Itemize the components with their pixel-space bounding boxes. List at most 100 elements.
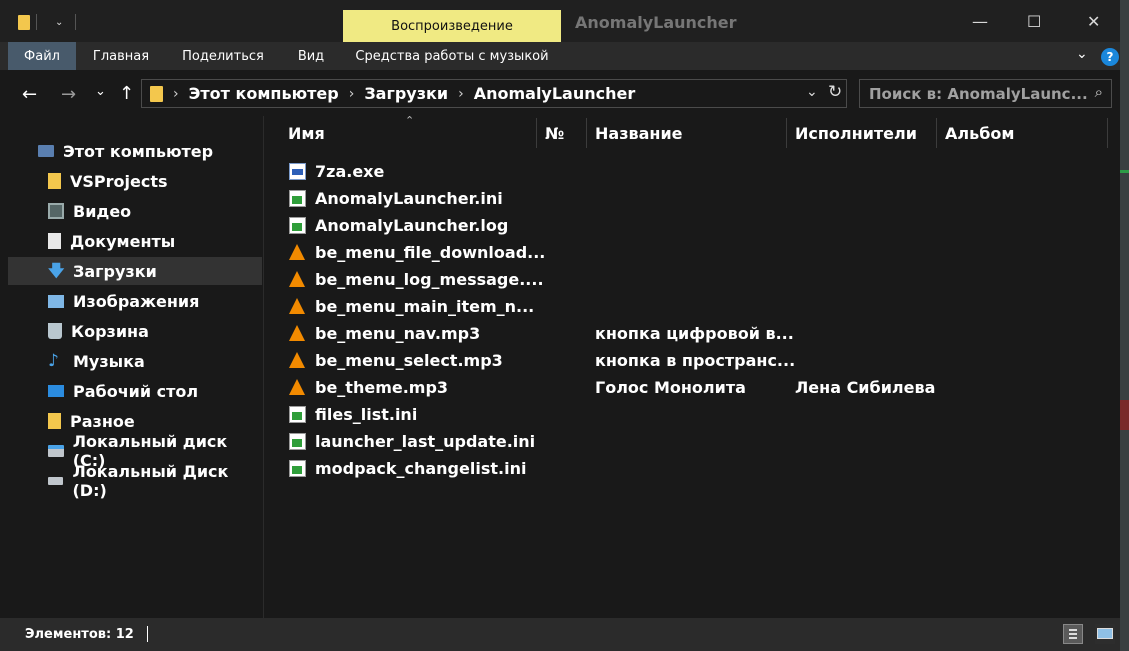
sidebar-item-pictures[interactable]: Изображения	[8, 287, 262, 315]
minimize-button[interactable]: —	[972, 12, 988, 31]
file-row[interactable]: AnomalyLauncher.ini	[264, 185, 1120, 212]
sidebar-item-drive-c[interactable]: Локальный диск (C:)	[8, 432, 262, 470]
explorer-window: ⌄ Воспроизведение AnomalyLauncher — ☐ ✕ …	[0, 0, 1120, 651]
context-tab-playback[interactable]: Воспроизведение	[343, 10, 561, 42]
file-name: AnomalyLauncher.ini	[315, 189, 503, 208]
details-view-button[interactable]	[1063, 624, 1083, 644]
ini-file-icon	[289, 460, 306, 477]
large-icons-view-button[interactable]	[1095, 624, 1115, 644]
vlc-media-icon	[289, 379, 305, 395]
column-header-artists[interactable]: Исполнители	[795, 116, 935, 150]
sidebar-item-documents[interactable]: Документы	[8, 227, 262, 255]
file-row[interactable]: launcher_last_update.ini	[264, 428, 1120, 455]
column-divider[interactable]	[536, 118, 537, 148]
computer-icon	[38, 145, 54, 157]
column-header-number[interactable]: №	[545, 116, 587, 150]
forward-button[interactable]: →	[61, 84, 76, 105]
file-artist: Лена Сибилева	[795, 378, 936, 397]
file-row[interactable]: be_menu_file_download...	[264, 239, 1120, 266]
folder-icon	[150, 85, 163, 102]
recycle-bin-icon	[48, 323, 62, 339]
back-button[interactable]: ←	[22, 84, 37, 105]
file-row[interactable]: AnomalyLauncher.log	[264, 212, 1120, 239]
ini-file-icon	[289, 406, 306, 423]
file-row[interactable]: be_menu_nav.mp3 кнопка цифровой в...	[264, 320, 1120, 347]
file-row[interactable]: modpack_changelist.ini	[264, 455, 1120, 482]
column-divider[interactable]	[1107, 118, 1108, 148]
file-list: ⌃ Имя № Название Исполнители Альбом 7za.…	[264, 114, 1120, 618]
file-row[interactable]: be_menu_select.mp3 кнопка в пространс...	[264, 347, 1120, 374]
file-row[interactable]: be_menu_main_item_n...	[264, 293, 1120, 320]
sidebar-item-video[interactable]: Видео	[8, 197, 262, 225]
exe-file-icon	[289, 163, 306, 180]
sidebar-item-label: Корзина	[71, 321, 149, 341]
sidebar-item-label: Разное	[70, 411, 135, 431]
file-row[interactable]: be_theme.mp3 Голос Монолита Лена Сибилев…	[264, 374, 1120, 401]
file-row[interactable]: be_menu_log_message....	[264, 266, 1120, 293]
tab-home[interactable]: Главная	[84, 42, 158, 70]
file-title: кнопка в пространс...	[595, 351, 796, 370]
address-dropdown-icon[interactable]: ⌄	[806, 84, 818, 100]
pictures-icon	[48, 294, 64, 308]
quick-access-folder-icon[interactable]	[18, 12, 30, 32]
breadcrumb-downloads[interactable]: Загрузки	[364, 84, 448, 103]
column-divider[interactable]	[586, 118, 587, 148]
search-placeholder: Поиск в: AnomalyLaunc...	[869, 85, 1088, 103]
navigation-pane: Этот компьютер VSProjects Видео Документ…	[8, 116, 262, 618]
vlc-media-icon	[289, 352, 305, 368]
file-name: be_menu_main_item_n...	[315, 297, 535, 316]
file-row[interactable]: 7za.exe	[264, 158, 1120, 185]
breadcrumb-anomalylauncher[interactable]: AnomalyLauncher	[474, 84, 636, 103]
sidebar-item-label: Музыка	[73, 351, 145, 371]
column-divider[interactable]	[936, 118, 937, 148]
file-row[interactable]: files_list.ini	[264, 401, 1120, 428]
breadcrumb-separator: ›	[458, 85, 464, 102]
ini-file-icon	[289, 433, 306, 450]
recent-locations-button[interactable]: ⌄	[95, 84, 106, 99]
sidebar-item-drive-d[interactable]: Локальный Диск (D:)	[8, 462, 262, 500]
column-header-name[interactable]: Имя	[288, 116, 536, 150]
breadcrumb: › Этот компьютер › Загрузки › AnomalyLau…	[150, 84, 635, 103]
sidebar-item-vsprojects[interactable]: VSProjects	[8, 167, 262, 195]
breadcrumb-this-pc[interactable]: Этот компьютер	[189, 84, 339, 103]
status-divider	[147, 626, 148, 642]
sidebar-item-downloads[interactable]: 🡇 Загрузки	[8, 257, 262, 285]
file-name: be_theme.mp3	[315, 378, 449, 397]
sidebar-item-this-pc[interactable]: Этот компьютер	[8, 137, 262, 165]
downloads-icon: 🡇	[48, 261, 65, 280]
up-button[interactable]: ↑	[119, 83, 134, 104]
column-divider[interactable]	[786, 118, 787, 148]
folder-icon	[48, 413, 61, 429]
column-header-album[interactable]: Альбом	[945, 116, 1105, 150]
help-icon[interactable]: ?	[1101, 48, 1119, 66]
drive-c-icon	[48, 445, 64, 457]
sidebar-item-music[interactable]: ♪ Музыка	[8, 347, 262, 375]
folder-icon	[48, 173, 61, 189]
file-name: AnomalyLauncher.log	[315, 216, 509, 235]
tab-music-tools[interactable]: Средства работы с музыкой	[350, 42, 554, 70]
tab-share[interactable]: Поделиться	[174, 42, 272, 70]
address-bar[interactable]: › Этот компьютер › Загрузки › AnomalyLau…	[141, 79, 847, 108]
search-input[interactable]: Поиск в: AnomalyLaunc... ⌕	[859, 79, 1112, 108]
close-button[interactable]: ✕	[1087, 12, 1100, 31]
log-file-icon	[289, 217, 306, 234]
file-name: be_menu_file_download...	[315, 243, 546, 262]
vlc-media-icon	[289, 298, 305, 314]
vlc-media-icon	[289, 325, 305, 341]
file-name: modpack_changelist.ini	[315, 459, 527, 478]
tab-view[interactable]: Вид	[288, 42, 334, 70]
vlc-media-icon	[289, 244, 305, 260]
sidebar-item-label: Изображения	[73, 291, 200, 311]
breadcrumb-separator: ›	[173, 85, 179, 102]
maximize-button[interactable]: ☐	[1027, 12, 1041, 31]
quick-access-menu-icon[interactable]: ⌄	[55, 12, 63, 32]
ribbon-expand-icon[interactable]: ⌄	[1076, 46, 1088, 62]
sidebar-item-recycle-bin[interactable]: Корзина	[8, 317, 262, 345]
sidebar-item-desktop[interactable]: Рабочий стол	[8, 377, 262, 405]
tab-file[interactable]: Файл	[8, 42, 76, 70]
column-header-title[interactable]: Название	[595, 116, 785, 150]
desktop-background	[1120, 0, 1129, 651]
quick-access-divider	[75, 14, 76, 30]
refresh-icon[interactable]: ↻	[828, 82, 842, 102]
sidebar-item-misc[interactable]: Разное	[8, 407, 262, 435]
